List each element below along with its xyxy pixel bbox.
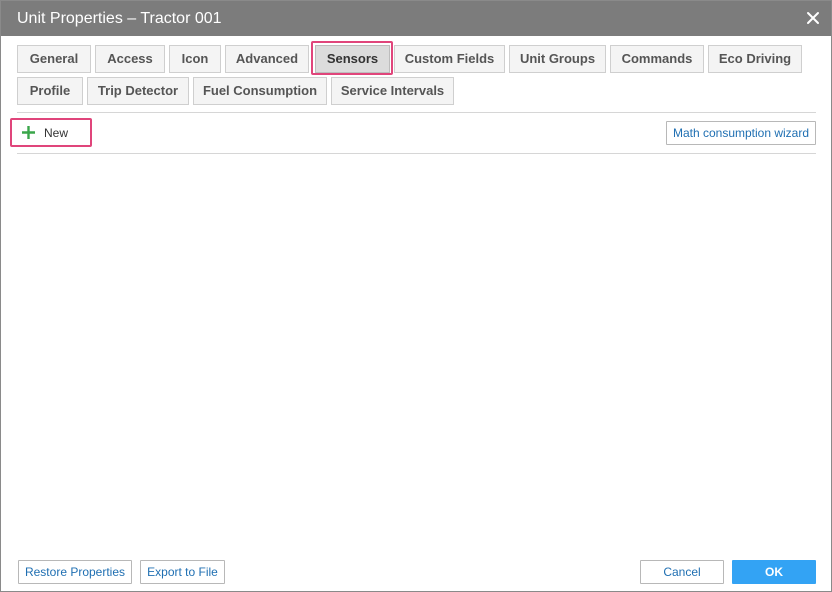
close-icon[interactable] — [805, 10, 821, 26]
title-bar: Unit Properties – Tractor 001 — [1, 1, 831, 36]
tab-advanced[interactable]: Advanced — [225, 45, 309, 73]
restore-properties-button[interactable]: Restore Properties — [18, 560, 132, 584]
tab-custom-fields[interactable]: Custom Fields — [394, 45, 505, 73]
sensors-list-area — [17, 154, 816, 549]
tab-fuel-consumption[interactable]: Fuel Consumption — [193, 77, 327, 105]
tab-commands[interactable]: Commands — [610, 45, 704, 73]
plus-icon — [21, 125, 36, 140]
tab-access[interactable]: Access — [95, 45, 165, 73]
ok-button[interactable]: OK — [732, 560, 816, 584]
unit-properties-dialog: Unit Properties – Tractor 001 General Ac… — [0, 0, 832, 592]
tab-icon[interactable]: Icon — [169, 45, 221, 73]
tab-unit-groups[interactable]: Unit Groups — [509, 45, 606, 73]
math-consumption-wizard-button[interactable]: Math consumption wizard — [666, 121, 816, 145]
tabs-divider — [17, 112, 816, 113]
tab-general[interactable]: General — [17, 45, 91, 73]
sensors-tab-highlight — [311, 41, 393, 75]
cancel-button[interactable]: Cancel — [640, 560, 724, 584]
tab-profile[interactable]: Profile — [17, 77, 83, 105]
tab-trip-detector[interactable]: Trip Detector — [87, 77, 189, 105]
tab-eco-driving[interactable]: Eco Driving — [708, 45, 802, 73]
dialog-title: Unit Properties – Tractor 001 — [17, 10, 222, 27]
export-to-file-button[interactable]: Export to File — [140, 560, 225, 584]
new-sensor-button[interactable]: New — [10, 118, 92, 147]
tab-service-intervals[interactable]: Service Intervals — [331, 77, 454, 105]
new-button-label: New — [44, 126, 69, 140]
